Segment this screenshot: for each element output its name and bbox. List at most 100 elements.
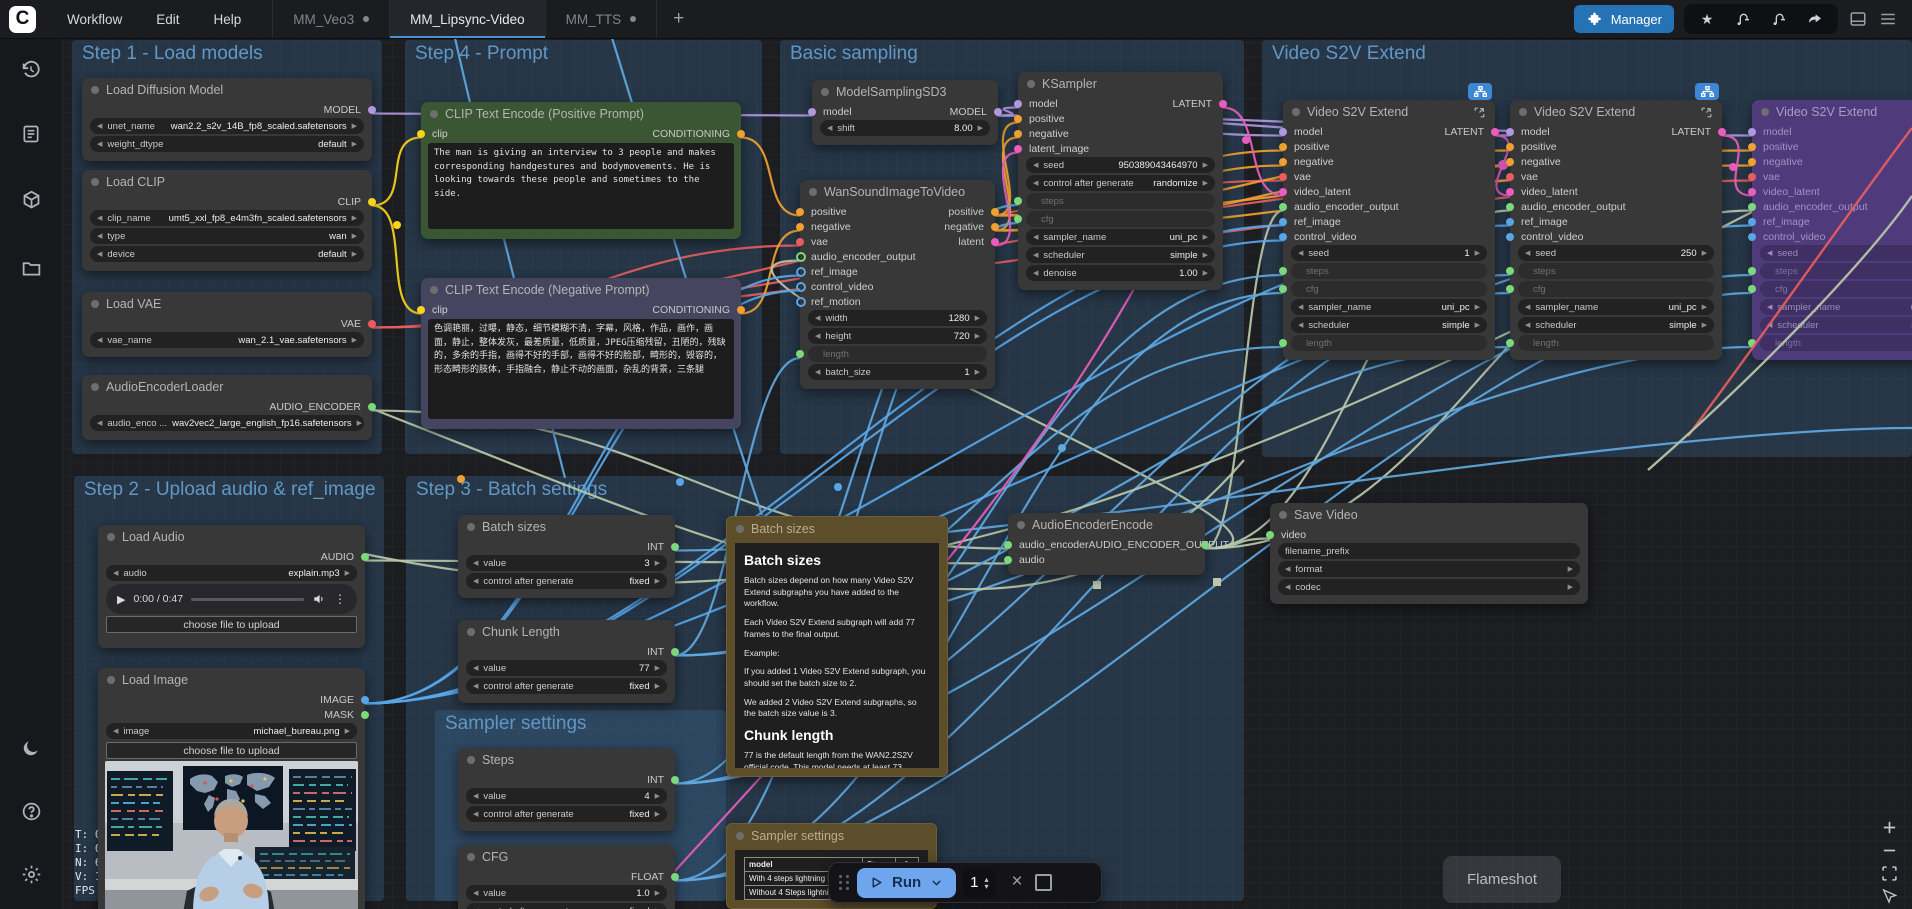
audio-encoder-output-input-slot[interactable]: [796, 252, 806, 262]
length-input-slot[interactable]: [1506, 339, 1514, 347]
zoom-in-icon[interactable]: [1879, 818, 1899, 836]
cfg-input-slot[interactable]: [1279, 285, 1287, 293]
increment-arrow[interactable]: ▶: [345, 727, 350, 735]
decrement-arrow[interactable]: ◀: [1298, 321, 1303, 329]
increment-arrow[interactable]: ▶: [352, 232, 357, 240]
increment-arrow[interactable]: ▶: [655, 559, 660, 567]
vae-input-slot[interactable]: [1279, 173, 1287, 181]
clip-name-widget[interactable]: ◀ clip_name umt5_xxl_fp8_e4m3fn_scaled.s…: [90, 210, 364, 226]
model-input-slot[interactable]: [1506, 128, 1514, 136]
latent-output-slot[interactable]: [1219, 100, 1227, 108]
control-video-input-slot[interactable]: [1506, 233, 1514, 241]
decrement-arrow[interactable]: ◀: [815, 332, 820, 340]
choose-file-button[interactable]: choose file to upload: [106, 742, 357, 759]
length-widget[interactable]: length: [1291, 335, 1487, 351]
node-ksampler-ks[interactable]: KSamplermodelLATENTpositivenegativelaten…: [1018, 72, 1223, 290]
theme-moon-icon[interactable]: [19, 736, 43, 760]
collapse-dot[interactable]: [736, 525, 744, 533]
increment-arrow[interactable]: ▶: [1475, 321, 1480, 329]
decrement-arrow[interactable]: ◀: [1033, 161, 1038, 169]
model-input-slot[interactable]: [1748, 128, 1756, 136]
collapse-dot[interactable]: [91, 383, 99, 391]
cfg-widget[interactable]: cfg: [1518, 281, 1714, 297]
increment-arrow[interactable]: ▶: [1203, 233, 1208, 241]
decrement-arrow[interactable]: ◀: [1285, 583, 1290, 591]
note-batch-sizes[interactable]: Batch sizesBatch sizesBatch sizes depend…: [726, 516, 948, 777]
increment-arrow[interactable]: ▶: [352, 122, 357, 130]
length-input-slot[interactable]: [1748, 339, 1756, 347]
steps-input-slot[interactable]: [1014, 197, 1022, 205]
decrement-arrow[interactable]: ◀: [1033, 269, 1038, 277]
decrement-arrow[interactable]: ◀: [827, 124, 832, 132]
negative-input-slot[interactable]: [1279, 158, 1287, 166]
decrement-arrow[interactable]: ◀: [473, 577, 478, 585]
model-output-slot[interactable]: [368, 106, 376, 114]
conditioning-output-slot[interactable]: [737, 306, 745, 314]
node-clip-text-encode-positive-prompt-posP[interactable]: CLIP Text Encode (Positive Prompt)clipCO…: [421, 102, 741, 239]
node-video-s2v-extend-s2v3[interactable]: Video S2V ExtendmodelLATENTpositivenegat…: [1752, 100, 1912, 360]
increment-arrow[interactable]: ▶: [655, 577, 660, 585]
cfg-input-slot[interactable]: [1014, 215, 1022, 223]
tab-mm-veo3[interactable]: MM_Veo3: [273, 0, 390, 38]
conditioning-output-slot[interactable]: [737, 130, 745, 138]
vae-input-slot[interactable]: [796, 238, 804, 246]
node-video-s2v-extend-s2v2[interactable]: Video S2V ExtendmodelLATENTpositivenegat…: [1510, 100, 1722, 360]
steps-widget[interactable]: steps: [1291, 263, 1487, 279]
volume-icon[interactable]: [312, 592, 326, 606]
run-button[interactable]: Run: [857, 868, 956, 898]
control-after-generate-widget[interactable]: ◀ control after generate fixed ▶: [466, 573, 667, 589]
decrement-arrow[interactable]: ◀: [97, 336, 102, 344]
increment-arrow[interactable]: ▶: [655, 889, 660, 897]
decrement-arrow[interactable]: ◀: [815, 368, 820, 376]
decrement-arrow[interactable]: ◀: [1525, 321, 1530, 329]
cfg-input-slot[interactable]: [1506, 285, 1514, 293]
kebab-menu-icon[interactable]: ⋮: [334, 592, 346, 606]
play-icon[interactable]: ▶: [117, 593, 125, 606]
steps-input-slot[interactable]: [1506, 267, 1514, 275]
node-library-icon[interactable]: [19, 122, 43, 146]
scheduler-widget[interactable]: ◀ scheduler simple ▶: [1760, 317, 1912, 333]
collapse-dot[interactable]: [809, 188, 817, 196]
star-icon[interactable]: ★: [1698, 10, 1716, 28]
control-after-generate-widget[interactable]: ◀ control after generate randomize ▶: [1026, 175, 1215, 191]
increment-arrow[interactable]: ▶: [655, 792, 660, 800]
decrement-arrow[interactable]: ◀: [815, 314, 820, 322]
node-chunk-length-cl[interactable]: Chunk LengthINT◀ value 77 ▶◀ control aft…: [458, 620, 675, 703]
sampler-name-widget[interactable]: ◀ sampler_name uni_pc ▶: [1026, 229, 1215, 245]
collapse-dot[interactable]: [467, 853, 475, 861]
decrement-arrow[interactable]: ◀: [473, 889, 478, 897]
decrement-arrow[interactable]: ◀: [97, 214, 102, 222]
length-input-slot[interactable]: [1279, 339, 1287, 347]
zoom-out-icon[interactable]: [1879, 841, 1899, 859]
collapse-dot[interactable]: [107, 676, 115, 684]
collapse-dot[interactable]: [1027, 80, 1035, 88]
history-icon[interactable]: [19, 58, 43, 82]
decrement-arrow[interactable]: ◀: [97, 122, 102, 130]
shift-widget[interactable]: ◀ shift 8.00 ▶: [820, 120, 990, 136]
increment-arrow[interactable]: ▶: [655, 682, 660, 690]
codec-widget[interactable]: ◀ codec ▶: [1278, 579, 1580, 595]
decrement-arrow[interactable]: ◀: [473, 792, 478, 800]
update-all-icon[interactable]: [1770, 10, 1788, 28]
image-output-slot[interactable]: [361, 696, 369, 704]
negative-input-slot[interactable]: [796, 223, 804, 231]
increment-arrow[interactable]: ▶: [1203, 251, 1208, 259]
vae-input-slot[interactable]: [1748, 173, 1756, 181]
increment-arrow[interactable]: ▶: [1475, 249, 1480, 257]
model-input-slot[interactable]: [1279, 128, 1287, 136]
steps-input-slot[interactable]: [1279, 267, 1287, 275]
latent-output-slot[interactable]: [1491, 128, 1499, 136]
decrement-arrow[interactable]: ◀: [1033, 251, 1038, 259]
node-load-audio-laud[interactable]: Load AudioAUDIO◀ audio explain.mp3 ▶▶ 0:…: [98, 525, 365, 648]
image-preview-frame[interactable]: [105, 761, 358, 909]
increment-arrow[interactable]: ▶: [1702, 249, 1707, 257]
sampler-name-widget[interactable]: ◀ sampler_name uni_pc ▶: [1518, 299, 1714, 315]
decrement-arrow[interactable]: ◀: [1298, 303, 1303, 311]
decrement-arrow[interactable]: ◀: [97, 250, 102, 258]
decrement-arrow[interactable]: ◀: [1298, 249, 1303, 257]
sampler-name-widget[interactable]: ◀ sampler_name uni_pc ▶: [1760, 299, 1912, 315]
decrement-arrow[interactable]: ◀: [97, 232, 102, 240]
length-input-slot[interactable]: [796, 350, 804, 358]
decrement-arrow[interactable]: ◀: [97, 140, 102, 148]
value-widget[interactable]: ◀ value 77 ▶: [466, 660, 667, 676]
